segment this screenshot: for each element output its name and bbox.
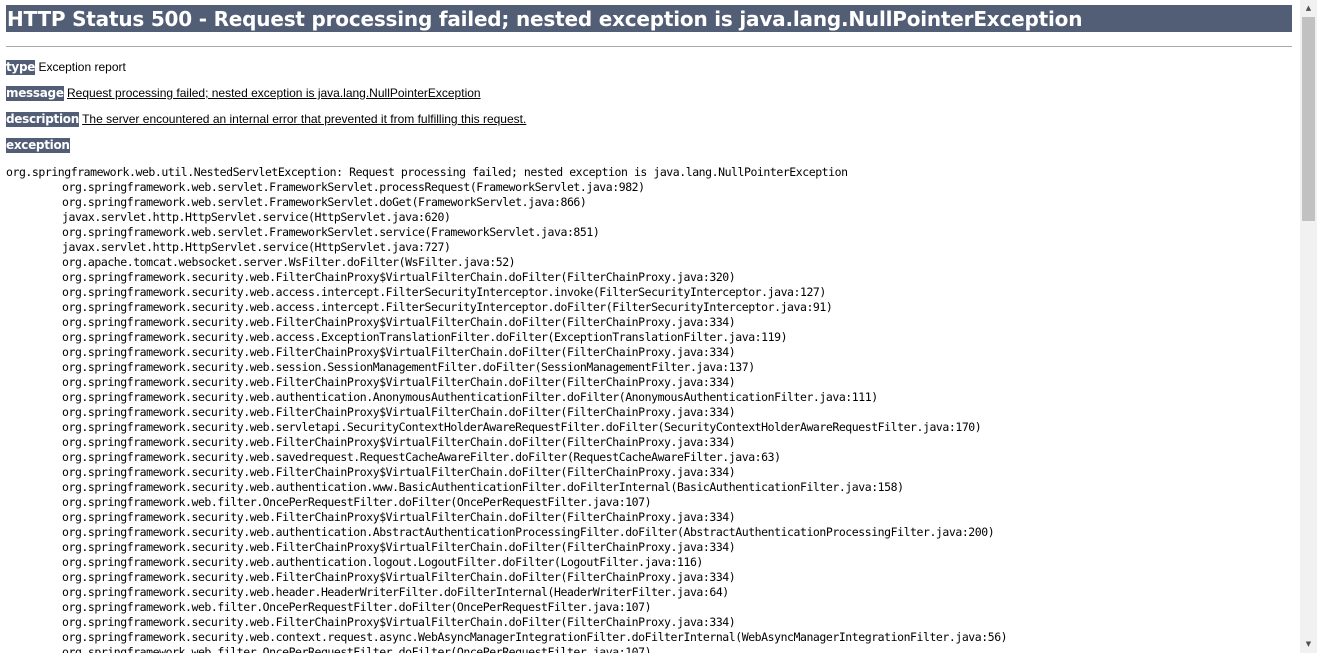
stack-frame: org.springframework.security.web.authent… bbox=[62, 480, 904, 494]
stack-frame: org.springframework.security.web.FilterC… bbox=[62, 345, 736, 359]
scroll-down-arrow-icon[interactable]: ▼ bbox=[1300, 636, 1317, 653]
scrollbar-thumb[interactable] bbox=[1302, 17, 1315, 221]
message-value: Request processing failed; nested except… bbox=[67, 86, 481, 100]
message-label: message bbox=[6, 86, 64, 101]
stack-frame: org.springframework.web.filter.OncePerRe… bbox=[62, 495, 652, 509]
stack-frame: org.springframework.security.web.session… bbox=[62, 360, 755, 374]
stack-frame: org.springframework.security.web.header.… bbox=[62, 585, 729, 599]
stack-frame: org.springframework.security.web.FilterC… bbox=[62, 375, 736, 389]
stack-frame: org.springframework.security.web.access.… bbox=[62, 330, 788, 344]
stack-frame: org.springframework.security.web.servlet… bbox=[62, 420, 982, 434]
exception-row: exception bbox=[6, 138, 70, 153]
stack-frame: org.springframework.security.web.authent… bbox=[62, 555, 703, 569]
stack-frame: org.springframework.security.web.authent… bbox=[62, 525, 995, 539]
description-value: The server encountered an internal error… bbox=[82, 112, 527, 126]
error-page: HTTP Status 500 - Request processing fai… bbox=[0, 0, 1300, 653]
stack-frame: org.springframework.security.web.context… bbox=[62, 630, 1008, 644]
stack-frame: org.springframework.web.filter.OncePerRe… bbox=[62, 600, 652, 614]
stack-frame: org.springframework.security.web.FilterC… bbox=[62, 270, 736, 284]
stack-frame: org.springframework.security.web.authent… bbox=[62, 390, 878, 404]
page-title: HTTP Status 500 - Request processing fai… bbox=[6, 5, 1292, 32]
stack-frame: org.springframework.security.web.FilterC… bbox=[62, 405, 736, 419]
type-value: Exception report bbox=[38, 60, 126, 74]
stack-frame: org.springframework.security.web.FilterC… bbox=[62, 465, 736, 479]
stack-frame: org.springframework.security.web.FilterC… bbox=[62, 315, 736, 329]
stack-trace: org.springframework.web.util.NestedServl… bbox=[6, 165, 1008, 653]
scroll-up-arrow-icon[interactable]: ▲ bbox=[1300, 0, 1317, 17]
stack-frame: org.springframework.security.web.FilterC… bbox=[62, 540, 736, 554]
stack-frame: org.springframework.security.web.access.… bbox=[62, 285, 826, 299]
type-label: type bbox=[6, 60, 36, 75]
stack-frame: org.springframework.web.servlet.Framewor… bbox=[62, 195, 587, 209]
description-row: description The server encountered an in… bbox=[6, 112, 526, 127]
stack-frame: org.springframework.security.web.savedre… bbox=[62, 450, 781, 464]
exception-label: exception bbox=[6, 138, 70, 153]
stack-frame: org.springframework.web.filter.OncePerRe… bbox=[62, 645, 652, 653]
stack-frame: org.springframework.security.web.FilterC… bbox=[62, 510, 736, 524]
stack-frame: org.springframework.security.web.FilterC… bbox=[62, 615, 736, 629]
stack-frame: org.springframework.security.web.FilterC… bbox=[62, 570, 736, 584]
divider bbox=[6, 46, 1292, 47]
stack-frame: javax.servlet.http.HttpServlet.service(H… bbox=[62, 210, 451, 224]
stack-trace-first-line: org.springframework.web.util.NestedServl… bbox=[6, 165, 848, 179]
description-label: description bbox=[6, 112, 79, 127]
type-row: type Exception report bbox=[6, 60, 126, 75]
message-row: message Request processing failed; neste… bbox=[6, 86, 481, 101]
stack-frame: org.springframework.security.web.access.… bbox=[62, 300, 833, 314]
stack-frame: org.springframework.security.web.FilterC… bbox=[62, 435, 736, 449]
stack-frame: org.springframework.web.servlet.Framewor… bbox=[62, 180, 645, 194]
vertical-scrollbar[interactable]: ▲ ▼ bbox=[1300, 0, 1317, 653]
stack-frame: org.springframework.web.servlet.Framewor… bbox=[62, 225, 600, 239]
stack-frame: org.apache.tomcat.websocket.server.WsFil… bbox=[62, 255, 516, 269]
stack-frame: javax.servlet.http.HttpServlet.service(H… bbox=[62, 240, 451, 254]
